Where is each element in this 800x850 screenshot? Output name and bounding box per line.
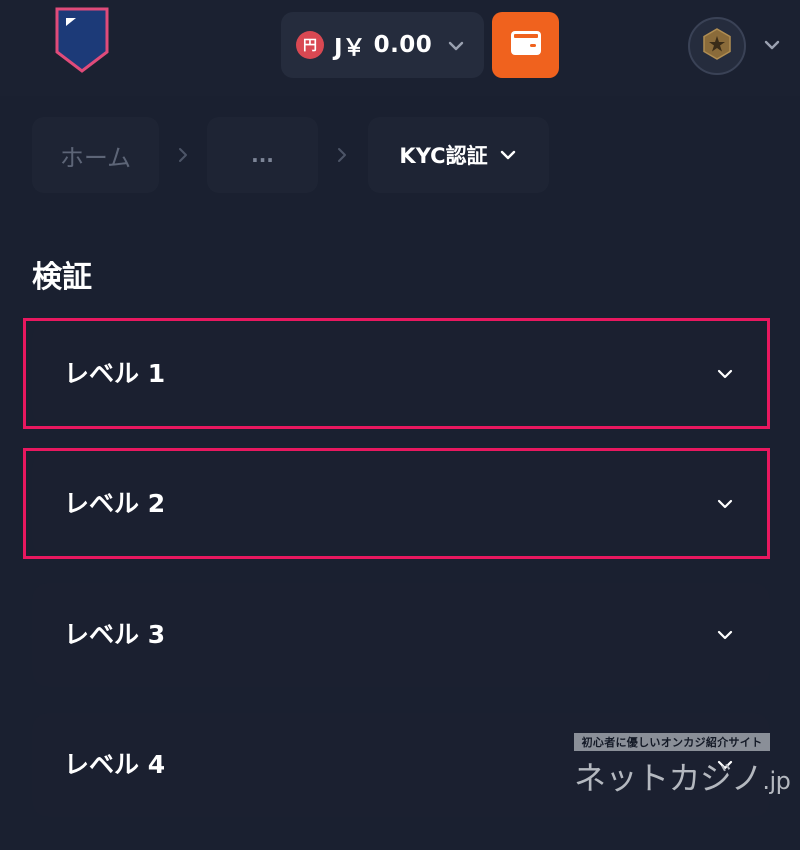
user-avatar[interactable] (688, 17, 746, 75)
watermark-brand-name: ネットカジノ (574, 759, 763, 797)
level-3-label: レベル 3 (64, 620, 166, 649)
star-medal-icon (700, 27, 734, 65)
level-2-accordion[interactable]: レベル 2 (32, 452, 770, 556)
chevron-right-icon (334, 145, 350, 165)
chevron-down-icon (446, 36, 466, 56)
wallet-button[interactable] (492, 12, 559, 78)
balance-selector[interactable]: 円 J￥ 0.00 (281, 12, 484, 78)
watermark-tagline: 初心者に優しいオンカジ紹介サイト (574, 733, 770, 751)
balance-amount: 0.00 (373, 32, 433, 58)
page-title: 検証 (32, 260, 92, 295)
level-4-label: レベル 4 (64, 750, 166, 779)
chevron-down-icon (716, 626, 734, 644)
level-1-label: レベル 1 (64, 359, 166, 388)
top-header: 円 J￥ 0.00 (0, 0, 800, 96)
yen-currency-icon: 円 (296, 31, 324, 59)
breadcrumb-ellipsis-label: ... (251, 143, 274, 167)
watermark-tld: .jp (762, 767, 791, 795)
chevron-down-icon (500, 150, 515, 160)
watermark-brand: ネットカジノ.jp (574, 753, 791, 799)
level-1-accordion[interactable]: レベル 1 (32, 322, 770, 426)
chevron-right-icon (175, 145, 191, 165)
shield-logo-icon[interactable] (54, 6, 110, 74)
level-2-label: レベル 2 (64, 489, 166, 518)
site-watermark: 初心者に優しいオンカジ紹介サイト ネットカジノ.jp (574, 733, 791, 799)
breadcrumb-current-label: KYC認証 (399, 144, 488, 168)
level-3-accordion[interactable]: レベル 3 (32, 583, 770, 687)
breadcrumb-current[interactable]: KYC認証 (368, 117, 549, 193)
currency-code: J￥ (334, 35, 366, 61)
breadcrumb-home-label: ホーム (59, 143, 132, 172)
chevron-down-icon (716, 365, 734, 383)
breadcrumb-ellipsis[interactable]: ... (207, 117, 318, 193)
wallet-icon (510, 30, 542, 60)
profile-menu-chevron-icon[interactable] (762, 35, 782, 55)
chevron-down-icon (716, 495, 734, 513)
breadcrumb-home[interactable]: ホーム (32, 117, 159, 193)
